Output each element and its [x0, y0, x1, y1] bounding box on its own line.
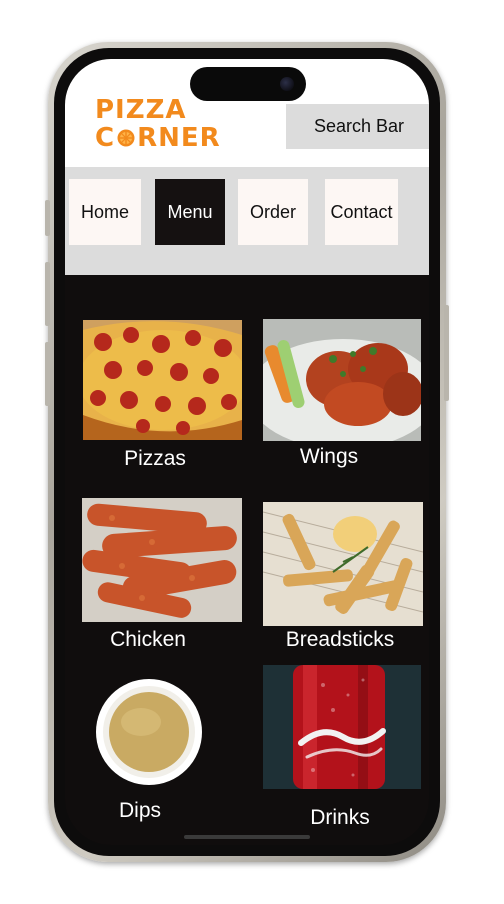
phone-screen: PIZZA C RNER Search Bar Home Menu Order: [65, 59, 429, 845]
search-bar[interactable]: Search Bar: [286, 104, 429, 149]
logo-letters-rner: RNER: [137, 123, 221, 153]
front-camera-icon: [280, 77, 294, 91]
menu-label-pizzas: Pizzas: [124, 447, 186, 470]
volume-up-button: [45, 262, 50, 326]
breadsticks-photo: [263, 502, 423, 626]
logo-text-top: PIZZA: [95, 95, 187, 125]
chicken-tenders-illustration: [82, 498, 242, 622]
menu-label-wings: Wings: [299, 445, 359, 468]
pizza-slice-icon: [117, 129, 135, 147]
dip-cup-illustration: [96, 679, 202, 785]
main-navigation: Home Menu Order Contact: [65, 167, 429, 275]
nav-menu[interactable]: Menu: [155, 179, 225, 245]
nav-order[interactable]: Order: [238, 179, 308, 245]
dips-photo: [95, 678, 203, 786]
breadsticks-illustration: [263, 502, 423, 626]
menu-label-drinks: Drinks: [310, 806, 370, 829]
power-button: [444, 305, 449, 401]
nav-contact[interactable]: Contact: [325, 179, 398, 245]
logo-text-bottom: C RNER: [95, 125, 221, 151]
pepperoni-pizza-illustration: [83, 320, 242, 440]
volume-down-button: [45, 342, 50, 406]
action-button: [45, 200, 50, 236]
dynamic-island: [190, 67, 306, 101]
chicken-photo: [82, 498, 242, 622]
pizza-photo: [83, 320, 242, 440]
cola-can-illustration: [263, 665, 421, 789]
logo-letter-c: C: [95, 123, 116, 153]
nav-home[interactable]: Home: [69, 179, 141, 245]
menu-label-dips: Dips: [118, 799, 161, 822]
menu-label-breadsticks: Breadsticks: [285, 628, 395, 651]
wings-photo: [263, 319, 421, 441]
home-indicator[interactable]: [184, 835, 310, 839]
menu-label-chicken: Chicken: [110, 628, 186, 651]
chicken-wings-illustration: [263, 319, 421, 441]
pizza-corner-logo[interactable]: PIZZA C RNER: [95, 97, 221, 151]
drinks-photo: [263, 665, 421, 789]
